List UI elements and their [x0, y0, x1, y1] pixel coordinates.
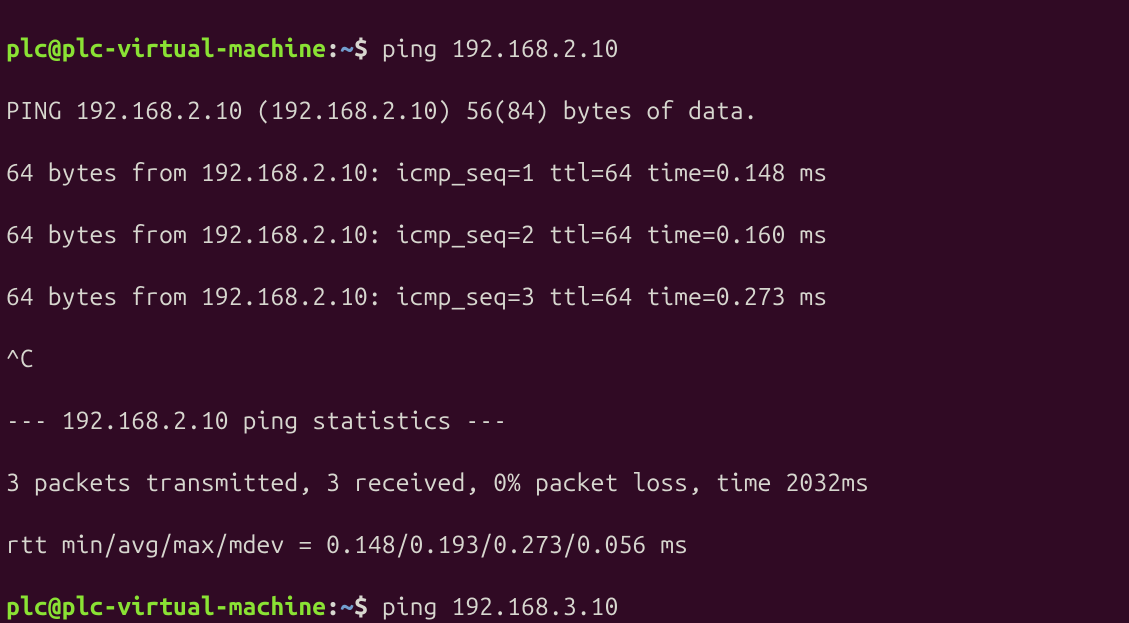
prompt-line-1: plc@plc-virtual-machine:~$ ping 192.168.… [6, 33, 1123, 64]
ping-reply: 64 bytes from 192.168.2.10: icmp_seq=2 t… [6, 219, 1123, 250]
command-2: ping 192.168.3.10 [382, 592, 619, 620]
user-host: plc@plc-virtual-machine [6, 34, 326, 62]
prompt-dollar: $ [354, 592, 368, 620]
prompt-path: ~ [340, 592, 354, 620]
command-1: ping 192.168.2.10 [382, 34, 619, 62]
prompt-colon: : [326, 34, 340, 62]
user-host: plc@plc-virtual-machine [6, 592, 326, 620]
prompt-dollar: $ [354, 34, 368, 62]
terminal-output[interactable]: plc@plc-virtual-machine:~$ ping 192.168.… [0, 0, 1129, 623]
prompt-path: ~ [340, 34, 354, 62]
prompt-colon: : [326, 592, 340, 620]
stats-summary-1: 3 packets transmitted, 3 received, 0% pa… [6, 467, 1123, 498]
stats-title-1: --- 192.168.2.10 ping statistics --- [6, 405, 1123, 436]
prompt-line-2: plc@plc-virtual-machine:~$ ping 192.168.… [6, 591, 1123, 622]
interrupt-1: ^C [6, 343, 1123, 374]
stats-rtt-1: rtt min/avg/max/mdev = 0.148/0.193/0.273… [6, 529, 1123, 560]
ping-reply: 64 bytes from 192.168.2.10: icmp_seq=3 t… [6, 281, 1123, 312]
ping-header-1: PING 192.168.2.10 (192.168.2.10) 56(84) … [6, 95, 1123, 126]
ping-reply: 64 bytes from 192.168.2.10: icmp_seq=1 t… [6, 157, 1123, 188]
